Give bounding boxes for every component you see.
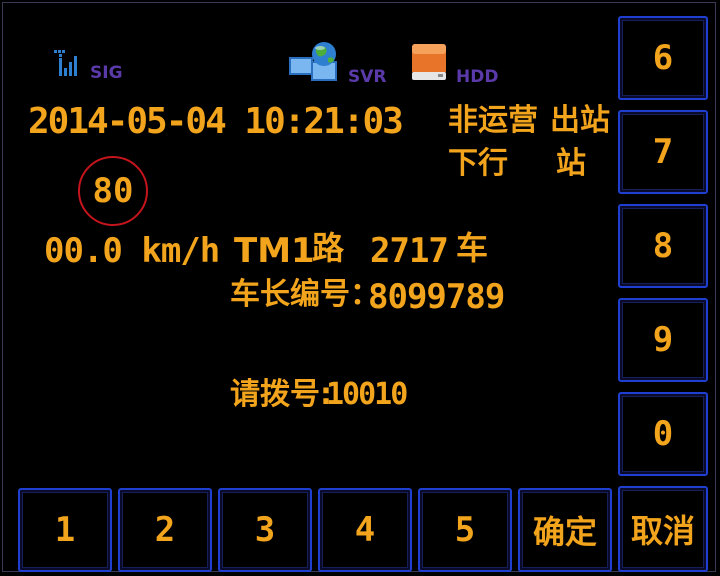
- server-status: SVR: [288, 40, 387, 86]
- direction: 下行: [448, 146, 508, 181]
- datetime: 2014-05-04 10:21:03: [28, 101, 404, 142]
- vehicle-number: 2717: [370, 231, 449, 271]
- cancel-button[interactable]: 取消: [618, 486, 708, 572]
- key-6[interactable]: 6: [618, 16, 708, 100]
- disk-status: HDD: [410, 42, 498, 86]
- key-2[interactable]: 2: [118, 488, 212, 572]
- hdd-label: HDD: [456, 67, 499, 87]
- driver-id: 8099789: [368, 277, 505, 317]
- dial-label: 请拨号:: [230, 377, 332, 412]
- hard-drive-icon: [410, 42, 448, 86]
- confirm-button[interactable]: 确定: [518, 488, 612, 572]
- key-8[interactable]: 8: [618, 204, 708, 288]
- key-7[interactable]: 7: [618, 110, 708, 194]
- station-name: 站: [556, 146, 586, 181]
- key-5[interactable]: 5: [418, 488, 512, 572]
- route-number: TM1: [234, 231, 315, 271]
- network-globe-icon: [288, 40, 340, 86]
- vehicle-unit: 车: [456, 229, 489, 267]
- current-speed: 00.0 km/h: [44, 231, 220, 271]
- key-3[interactable]: 3: [218, 488, 312, 572]
- key-4[interactable]: 4: [318, 488, 412, 572]
- speed-limit-value: 80: [92, 171, 134, 211]
- key-0[interactable]: 0: [618, 392, 708, 476]
- sig-label: SIG: [90, 63, 123, 83]
- speed-limit-badge: 80: [78, 156, 148, 226]
- signal-icon: [52, 48, 82, 82]
- key-9[interactable]: 9: [618, 298, 708, 382]
- svr-label: SVR: [348, 67, 387, 87]
- key-1[interactable]: 1: [18, 488, 112, 572]
- dial-number: 10010: [326, 377, 408, 412]
- service-mode: 非运营: [448, 103, 538, 138]
- route-unit: 路: [312, 229, 345, 267]
- signal-status: SIG: [52, 48, 123, 82]
- driver-id-label: 车长编号：: [230, 277, 380, 312]
- station-status: 出站: [550, 103, 610, 138]
